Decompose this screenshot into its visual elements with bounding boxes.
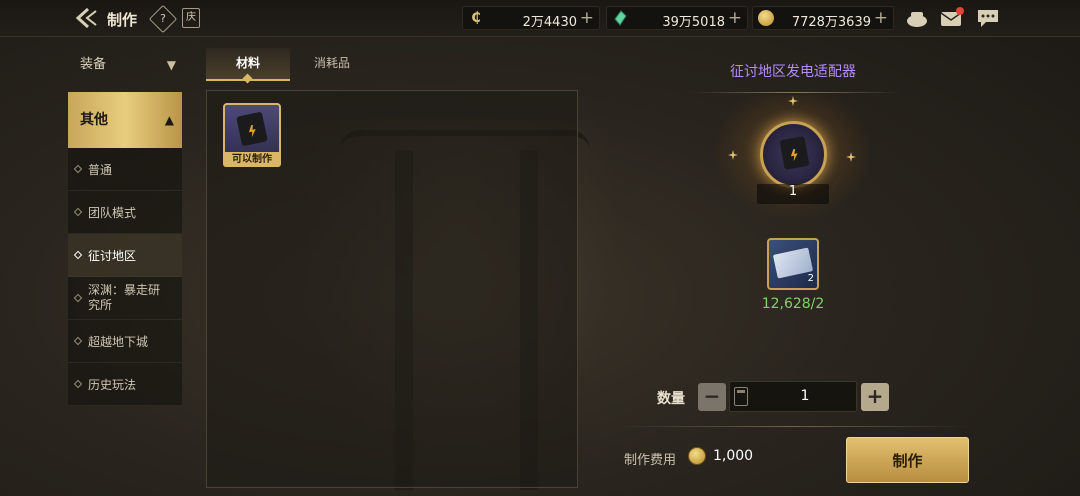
craftable-badge: 可以制作 (223, 152, 281, 167)
cost-label: 制作费用 (624, 453, 677, 468)
category-sidebar: 装备 ▼ 其他 ▲ 普通 团队模式 征讨地区 深渊：暴走研究所 超越地下城 历史… (68, 44, 182, 406)
material-slot[interactable]: 2 (767, 238, 819, 290)
item-list-panel: 可以制作 (206, 90, 578, 488)
chevron-up-icon: ▲ (164, 113, 174, 127)
c-coin-icon: ₵ (471, 10, 481, 26)
cost-value: 1,000 (713, 448, 754, 464)
sidebar-item-normal[interactable]: 普通 (68, 148, 182, 191)
add-c-coin-button[interactable]: + (580, 8, 594, 28)
sidebar-item-expedition[interactable]: 征讨地区 (68, 234, 182, 277)
tab-consumables[interactable]: 消耗品 (296, 48, 368, 81)
top-bar: 制作 ? 庆 ₵ 2万4430 + 39万5018 + 7728万3639 + (0, 0, 1080, 37)
chevron-down-icon: ▼ (166, 58, 176, 72)
sidebar-item-abyss[interactable]: 深渊：暴走研究所 (68, 277, 182, 320)
category-equipment[interactable]: 装备 ▼ (68, 44, 182, 86)
diamond-bullet-icon (73, 336, 83, 346)
title-divider (690, 92, 900, 93)
sidebar-item-history[interactable]: 历史玩法 (68, 363, 182, 406)
quantity-input[interactable]: 1 (729, 381, 857, 412)
gold-coin-icon (758, 10, 774, 26)
result-item-slot[interactable] (760, 121, 827, 188)
gold-coin-icon (688, 447, 706, 465)
quantity-increase-button[interactable]: + (861, 383, 889, 411)
add-crystal-button[interactable]: + (728, 8, 742, 28)
back-arrow-icon[interactable] (74, 7, 98, 29)
currency-c-coin: ₵ 2万4430 + (462, 6, 600, 30)
diamond-bullet-icon (73, 293, 83, 303)
diamond-bullet-icon (73, 250, 83, 260)
result-quantity: 1 (757, 184, 829, 204)
power-adapter-icon (236, 111, 268, 147)
currency-gold: 7728万3639 + (752, 6, 894, 30)
category-other[interactable]: 其他 ▲ (68, 92, 182, 148)
calculator-icon[interactable] (734, 387, 748, 406)
mail-icon[interactable] (940, 7, 964, 29)
add-gold-button[interactable]: + (874, 8, 888, 28)
diamond-bullet-icon (73, 164, 83, 174)
craft-button[interactable]: 制作 (846, 437, 969, 483)
page-title: 制作 (107, 11, 138, 29)
chat-icon[interactable] (976, 7, 1000, 29)
quantity-label: 数量 (657, 391, 685, 407)
list-item[interactable]: 可以制作 (223, 103, 281, 167)
item-title: 征讨地区发电适配器 (730, 64, 856, 80)
green-crystal-icon (614, 10, 627, 26)
currency-crystal: 39万5018 + (606, 6, 748, 30)
material-count: 12,628/2 (761, 296, 825, 312)
help-icon[interactable]: ? (148, 4, 178, 34)
divider (614, 426, 970, 427)
diamond-bullet-icon (73, 207, 83, 217)
sidebar-item-raid[interactable]: 团队模式 (68, 191, 182, 234)
diamond-bullet-icon (73, 379, 83, 389)
calendar-icon[interactable]: 庆 (182, 8, 200, 28)
power-adapter-icon (779, 136, 810, 170)
quantity-decrease-button[interactable]: − (698, 383, 726, 411)
pot-icon[interactable] (905, 7, 929, 29)
sidebar-item-beyond-dungeon[interactable]: 超越地下城 (68, 320, 182, 363)
